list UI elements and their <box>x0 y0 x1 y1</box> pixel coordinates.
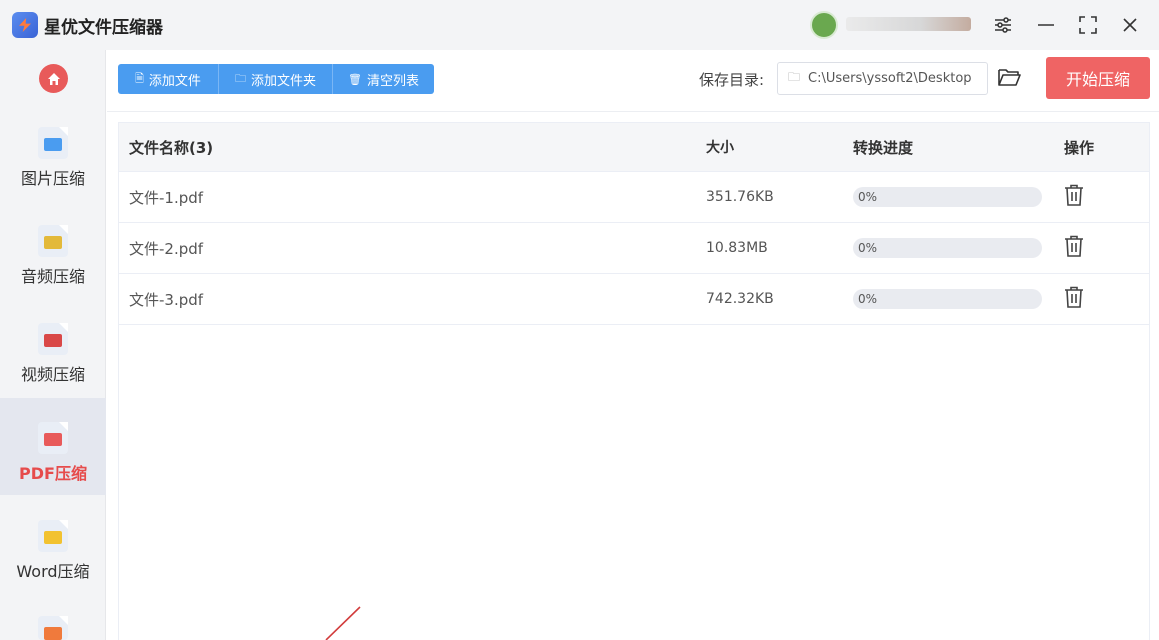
video-file-icon <box>38 323 68 355</box>
file-button-group: 🗎 添加文件 🗀 添加文件夹 🗑 清空列表 <box>118 64 434 94</box>
maximize-icon[interactable] <box>1075 12 1101 38</box>
sidebar-item-word[interactable]: Word压缩 <box>0 496 106 593</box>
progress-text: 0% <box>858 292 878 306</box>
save-directory-label: 保存目录: <box>699 71 765 89</box>
header-size: 大小 <box>706 140 734 156</box>
sidebar-item-more[interactable] <box>0 594 106 640</box>
add-file-label: 添加文件 <box>148 73 201 89</box>
sidebar-item-label: 音频压缩 <box>20 267 85 286</box>
table-row: 文件-3.pdf 742.32KB 0% <box>119 274 1149 325</box>
sidebar-item-image[interactable]: 图片压缩 <box>0 103 106 200</box>
table-row: 文件-1.pdf 351.76KB 0% <box>119 172 1149 223</box>
progress-bar: 0% <box>853 187 1042 207</box>
progress-text: 0% <box>858 190 878 204</box>
close-icon[interactable] <box>1117 12 1143 38</box>
save-path-value: C:\Users\yssoft2\Desktop <box>808 71 972 86</box>
progress-bar: 0% <box>853 289 1042 309</box>
toolbar: 🗎 添加文件 🗀 添加文件夹 🗑 清空列表 保存目录: 🗀 C:\Users\y… <box>107 50 1159 112</box>
delete-icon[interactable] <box>1064 235 1084 257</box>
file-icon: 🗎 <box>135 71 144 85</box>
sidebar-item-pdf[interactable]: PDF压缩 <box>0 398 106 495</box>
ppt-file-icon <box>38 616 68 640</box>
start-compress-button[interactable]: 开始压缩 <box>1046 57 1150 99</box>
file-name: 文件-2.pdf <box>129 239 204 258</box>
annotation-arrow <box>325 606 361 640</box>
home-icon[interactable] <box>39 64 68 93</box>
file-size: 742.32KB <box>706 291 774 307</box>
file-size: 10.83MB <box>706 240 768 256</box>
audio-file-icon <box>38 225 68 257</box>
add-folder-button[interactable]: 🗀 添加文件夹 <box>219 64 333 94</box>
add-folder-label: 添加文件夹 <box>250 73 316 89</box>
open-folder-icon[interactable] <box>997 66 1021 90</box>
sidebar: 图片压缩 音频压缩 视频压缩 PDF压缩 Word压缩 <box>0 50 106 640</box>
sidebar-item-label: PDF压缩 <box>19 464 87 483</box>
progress-text: 0% <box>858 241 878 255</box>
delete-icon[interactable] <box>1064 184 1084 206</box>
file-name: 文件-3.pdf <box>129 290 204 309</box>
header-action: 操作 <box>1064 138 1095 157</box>
sidebar-item-video[interactable]: 视频压缩 <box>0 299 106 396</box>
sidebar-item-audio[interactable]: 音频压缩 <box>0 201 106 298</box>
minimize-icon[interactable] <box>1033 12 1059 38</box>
table-header: 文件名称(3) 大小 转换进度 操作 <box>119 123 1149 172</box>
sidebar-item-label: Word压缩 <box>16 562 90 581</box>
file-size: 351.76KB <box>706 189 774 205</box>
header-progress: 转换进度 <box>853 138 914 157</box>
sidebar-item-label: 视频压缩 <box>20 365 85 384</box>
pdf-file-icon <box>38 422 68 454</box>
sidebar-item-label: 图片压缩 <box>20 169 85 188</box>
app-logo-icon <box>12 12 38 38</box>
app-title: 星优文件压缩器 <box>44 18 163 38</box>
clear-list-label: 清空列表 <box>366 73 419 89</box>
folder-icon: 🗀 <box>234 71 246 85</box>
delete-icon[interactable] <box>1064 286 1084 308</box>
progress-bar: 0% <box>853 238 1042 258</box>
add-file-button[interactable]: 🗎 添加文件 <box>118 64 219 94</box>
user-avatar[interactable] <box>810 11 838 39</box>
table-row: 文件-2.pdf 10.83MB 0% <box>119 223 1149 274</box>
trash-icon: 🗑 <box>348 72 362 86</box>
save-path-input[interactable]: 🗀 C:\Users\yssoft2\Desktop <box>777 62 988 95</box>
settings-sliders-icon[interactable] <box>990 12 1016 38</box>
image-file-icon <box>38 127 68 159</box>
file-table: 文件名称(3) 大小 转换进度 操作 文件-1.pdf 351.76KB 0% … <box>118 122 1150 325</box>
file-name: 文件-1.pdf <box>129 188 204 207</box>
header-file-name: 文件名称(3) <box>129 138 214 157</box>
word-file-icon <box>38 520 68 552</box>
folder-outline-icon: 🗀 <box>788 70 801 84</box>
user-name-redacted <box>846 17 971 31</box>
title-bar: 星优文件压缩器 <box>0 0 1159 50</box>
file-list-empty-area <box>118 323 1150 640</box>
clear-list-button[interactable]: 🗑 清空列表 <box>333 64 434 94</box>
